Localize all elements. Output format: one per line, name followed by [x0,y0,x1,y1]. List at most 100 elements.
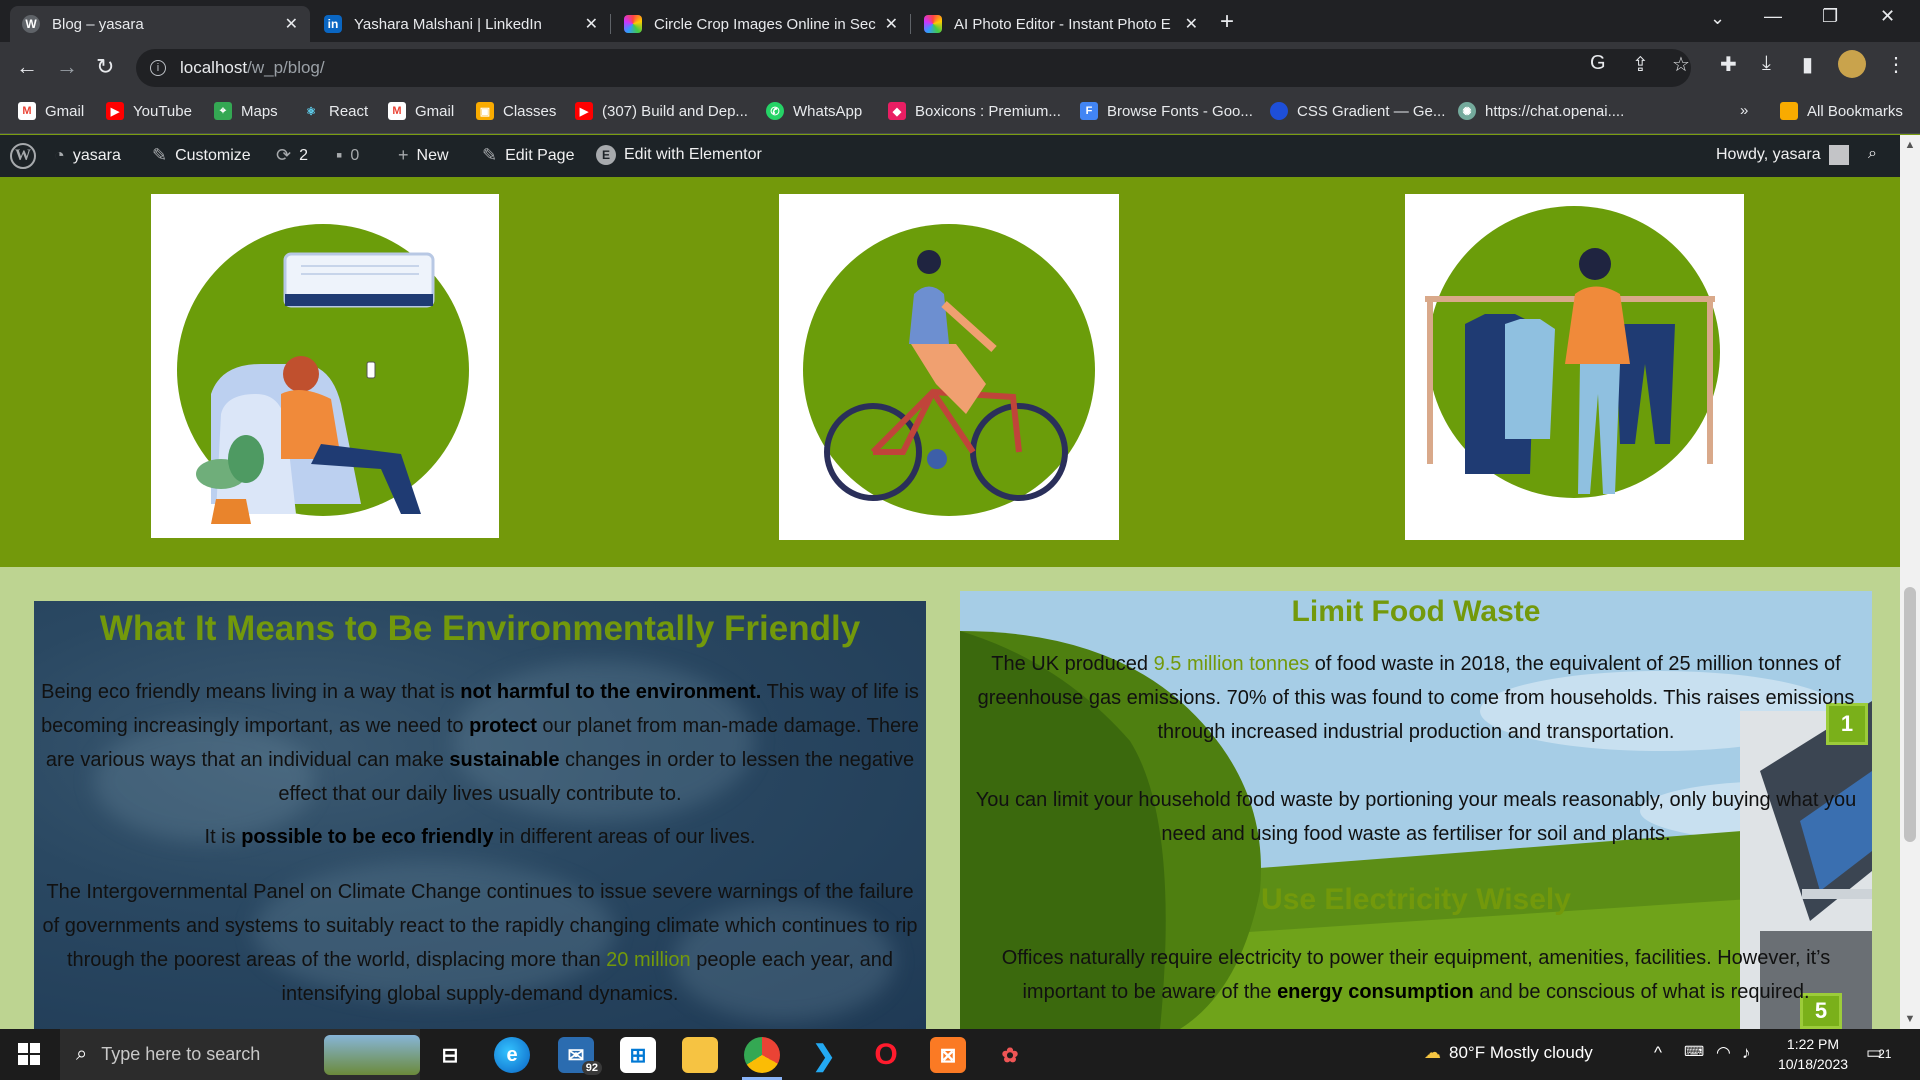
tab-circle-crop[interactable]: Circle Crop Images Online in Sec ✕ [612,6,910,42]
whatsapp-icon: ✆ [766,102,784,120]
close-icon[interactable]: ✕ [1185,14,1198,34]
task-view-icon[interactable]: ⊟ [432,1037,468,1073]
search-icon[interactable]: ⌕ [1868,145,1877,163]
weather-widget[interactable]: ☁ 80°F Mostly cloudy [1424,1043,1593,1063]
all-bookmarks-button[interactable]: All Bookmarks [1780,102,1903,120]
google-lens-icon[interactable]: G [1590,52,1606,75]
intro-paragraph: Being eco friendly means living in a way… [41,681,919,805]
tab-photo-editor[interactable]: AI Photo Editor - Instant Photo E ✕ [912,6,1210,42]
gmail-icon: M [18,102,36,120]
bookmark-item[interactable]: M Gmail [18,102,84,120]
classroom-icon: ▣ [476,102,494,120]
illustration-air-conditioner [151,194,499,538]
scroll-down-arrow-icon[interactable]: ▼ [1900,1013,1920,1025]
bookmark-item[interactable]: F Browse Fonts - Goo... [1080,102,1253,120]
vscode-icon[interactable]: ❯ [806,1037,842,1073]
show-hidden-icons[interactable]: ^ [1654,1043,1662,1063]
wp-edit-elementor[interactable]: E Edit with Elementor [596,145,762,165]
taskbar-search-input[interactable]: ⌕ Type here to search [60,1029,420,1080]
eco-friendly-section: What It Means to Be Environmentally Frie… [34,601,926,1029]
wp-howdy[interactable]: Howdy, yasara [1716,145,1849,165]
wp-comments[interactable]: ▪ 0 [336,145,359,166]
xampp-icon[interactable]: ⊠ [930,1037,966,1073]
side-panel-icon[interactable]: ▮ [1802,52,1813,77]
illustration-band [0,177,1900,567]
bookmark-item[interactable]: ✆ WhatsApp [766,102,862,120]
new-tab-icon[interactable]: + [1220,8,1234,36]
close-icon[interactable]: ✕ [885,14,898,34]
menu-icon[interactable]: ⋮ [1886,52,1906,77]
tab-title: Yashara Malshani | LinkedIn [354,15,542,33]
bookmark-item[interactable]: ⌖ Maps [214,102,278,120]
bookmark-item[interactable]: ⚛ React [302,102,368,120]
file-explorer-icon[interactable] [682,1037,718,1073]
illustration-bicycle [779,194,1119,540]
browser-toolbar: ← → ↻ i localhost/w_p/blog/ G ⇪ ☆ ✚ ⤓ ▮ … [0,42,1920,94]
page-scrollbar[interactable]: ▲ ▼ [1900,135,1920,1029]
bookmark-item[interactable]: ▶ (307) Build and Dep... [575,102,748,120]
scroll-thumb[interactable] [1904,587,1916,842]
eco-areas-paragraph: It is possible to be eco friendly in dif… [204,826,756,848]
site-info-icon[interactable]: i [150,60,166,76]
extensions-icon[interactable]: ✚ [1720,52,1737,77]
refresh-icon: ⟳ [276,145,292,165]
bookmark-item[interactable]: ▶ YouTube [106,102,192,120]
page-content: What It Means to Be Environmentally Frie… [0,177,1900,1029]
paint-icon[interactable]: ✿ [992,1037,1028,1073]
openai-icon: ✺ [1458,102,1476,120]
wp-edit-page[interactable]: ✎ Edit Page [482,145,574,166]
wifi-icon[interactable]: ◠ [1716,1043,1731,1063]
wp-new[interactable]: + New [398,145,449,166]
paintbrush-icon: ✎ [152,145,168,165]
address-bar[interactable]: i localhost/w_p/blog/ [136,49,1691,87]
scroll-up-arrow-icon[interactable]: ▲ [1900,139,1920,151]
close-window-icon[interactable]: ✕ [1880,6,1895,27]
bookmark-item[interactable]: ▣ Classes [476,102,556,120]
wp-updates[interactable]: ⟳ 2 [276,145,308,166]
wp-customize[interactable]: ✎ Customize [152,145,251,166]
tab-blog[interactable]: W Blog – yasara ✕ [10,6,310,42]
search-icon: ⌕ [76,1043,88,1065]
share-icon[interactable]: ⇪ [1632,52,1649,77]
edge-icon[interactable]: e [494,1037,530,1073]
photo-editor-icon [924,15,942,33]
close-icon[interactable]: ✕ [285,14,298,34]
minimize-icon[interactable]: — [1764,6,1782,27]
opera-icon[interactable]: O [868,1037,904,1073]
url-host: localhost [180,58,248,77]
mail-icon[interactable]: ✉ 92 [558,1037,602,1075]
forward-icon[interactable]: → [56,54,78,80]
maps-icon: ⌖ [214,102,232,120]
food-waste-tip-paragraph: You can limit your household food waste … [975,789,1857,845]
windows-start-icon[interactable] [18,1043,40,1065]
ime-icon[interactable]: ⌨ [1684,1043,1704,1060]
notifications-icon[interactable]: ▭21 [1866,1043,1891,1063]
bookmark-item[interactable]: CSS Gradient — Ge... [1270,102,1445,120]
restore-icon[interactable]: ❐ [1822,6,1838,27]
system-clock[interactable]: 1:22 PM 10/18/2023 [1768,1034,1858,1074]
more-bookmarks-icon[interactable]: » [1740,102,1748,119]
bookmark-item[interactable]: ◆ Boxicons : Premium... [888,102,1061,120]
wordpress-logo-icon[interactable]: W [10,143,36,169]
profile-avatar[interactable] [1838,50,1866,78]
back-icon[interactable]: ← [16,54,38,80]
close-icon[interactable]: ✕ [585,14,598,34]
elementor-icon: E [596,145,616,165]
reload-icon[interactable]: ↻ [96,54,114,80]
wp-site-name[interactable]: ◔ yasara [54,145,121,166]
bookmark-item[interactable]: M Gmail [388,102,454,120]
cloudy-weather-icon: ☁ [1424,1043,1441,1062]
windows-taskbar: ⌕ Type here to search ⊟ e ✉ 92 ⊞ ❯ O ⊠ ✿… [0,1029,1920,1080]
chrome-icon[interactable] [744,1037,780,1073]
google-fonts-icon: F [1080,102,1098,120]
bookmarks-bar: M Gmail ▶ YouTube ⌖ Maps ⚛ React M Gmail ▣ Cla… [0,94,1920,134]
volume-icon[interactable]: ♪ [1742,1043,1751,1063]
bookmark-item[interactable]: ✺ https://chat.openai.... [1458,102,1624,120]
tab-linkedin[interactable]: in Yashara Malshani | LinkedIn ✕ [312,6,610,42]
ipcc-paragraph: The Intergovernmental Panel on Climate C… [42,881,918,1005]
store-icon[interactable]: ⊞ [620,1037,656,1073]
bookmark-star-icon[interactable]: ☆ [1672,52,1690,77]
download-icon[interactable]: ⤓ [1762,52,1771,75]
linkedin-icon: in [324,15,342,33]
tab-search-chevron-icon[interactable]: ⌄ [1710,8,1725,29]
